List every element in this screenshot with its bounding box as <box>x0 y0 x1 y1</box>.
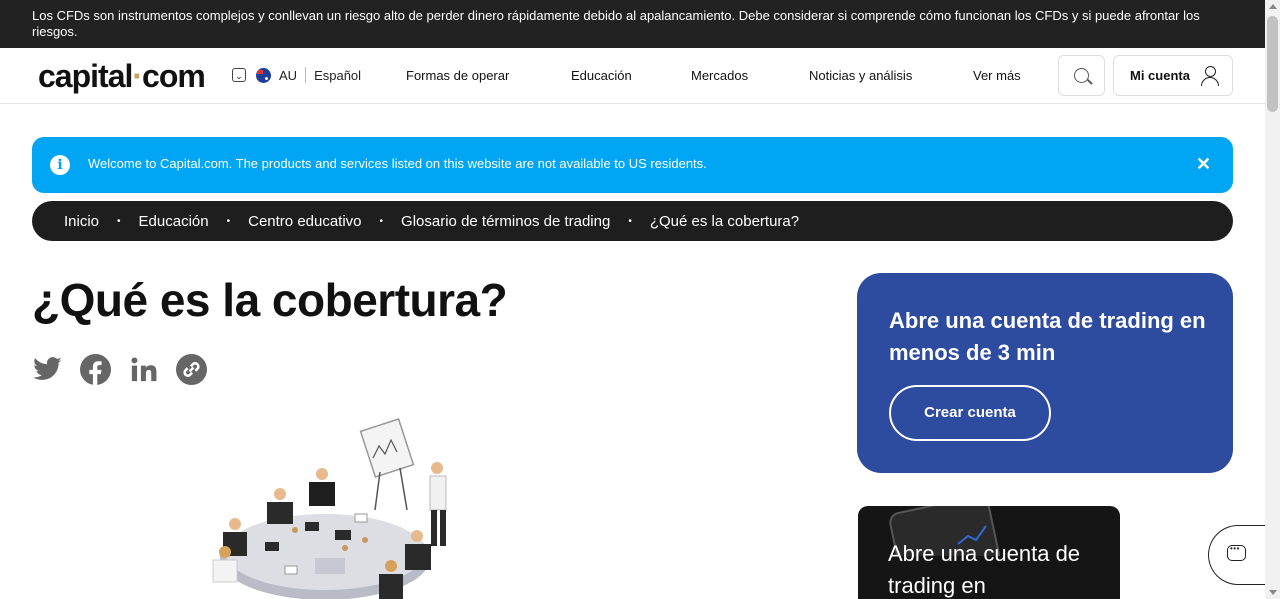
locale-selector[interactable]: ⌄ AU Español <box>232 67 361 83</box>
nav-noticias-y-analisis[interactable]: Noticias y análisis <box>809 68 912 83</box>
scroll-down-arrow[interactable] <box>1269 590 1277 595</box>
language-label[interactable]: Español <box>314 68 361 83</box>
user-icon <box>1200 66 1220 86</box>
region-label: AU <box>279 67 298 83</box>
promo-card[interactable]: Abre una cuenta de trading en <box>858 506 1120 599</box>
breadcrumb-current: ¿Qué es la cobertura? <box>649 212 800 230</box>
risk-warning-text: Los CFDs son instrumentos complejos y co… <box>32 8 1200 39</box>
linkedin-icon[interactable] <box>128 354 159 385</box>
scrollbar[interactable] <box>1265 0 1280 599</box>
breadcrumb-educacion[interactable]: Educación <box>139 213 209 230</box>
australia-flag-icon <box>256 67 271 83</box>
cta-title: Abre una cuenta de trading en menos de 3… <box>889 308 1206 365</box>
breadcrumb-separator: • <box>117 215 121 227</box>
scroll-thumb[interactable] <box>1267 16 1278 112</box>
us-residents-notice: i Welcome to Capital.com. The products a… <box>32 137 1233 193</box>
chevron-down-icon[interactable]: ⌄ <box>232 68 246 82</box>
risk-warning-bar: Los CFDs son instrumentos complejos y co… <box>0 0 1265 48</box>
logo-dot: · <box>132 58 143 94</box>
page-title: ¿Qué es la cobertura? <box>32 274 508 326</box>
breadcrumb-separator: • <box>379 215 384 227</box>
chat-button[interactable] <box>1208 525 1268 585</box>
my-account-label: Mi cuenta <box>1130 68 1190 83</box>
info-icon: i <box>50 155 70 175</box>
breadcrumb-glosario[interactable]: Glosario de términos de trading <box>401 213 610 230</box>
close-icon[interactable]: ✕ <box>1196 153 1211 175</box>
breadcrumb: Inicio • Educación • Centro educativo • … <box>32 201 1233 241</box>
business-meeting-illustration <box>212 418 447 599</box>
nav-mercados[interactable]: Mercados <box>691 68 748 83</box>
breadcrumb-separator: • <box>226 215 231 227</box>
divider <box>305 67 307 83</box>
nav-educacion[interactable]: Educación <box>571 68 632 83</box>
notice-text: Welcome to Capital.com. The products and… <box>88 156 707 171</box>
chat-icon <box>1227 544 1246 561</box>
nav-ver-mas[interactable]: Ver más <box>973 68 1021 83</box>
site-header: capital·com ⌄ AU Español Formas de opera… <box>0 48 1265 104</box>
search-button[interactable] <box>1058 55 1105 96</box>
capital-com-logo[interactable]: capital·com <box>38 58 206 95</box>
create-account-button[interactable]: Crear cuenta <box>889 385 1051 441</box>
promo-text: Abre una cuenta de trading en <box>888 541 1081 598</box>
copy-link-icon[interactable] <box>176 354 207 385</box>
breadcrumb-inicio[interactable]: Inicio <box>64 213 99 230</box>
open-account-card: Abre una cuenta de trading en menos de 3… <box>857 273 1233 473</box>
nav-formas-de-operar[interactable]: Formas de operar <box>406 68 509 83</box>
twitter-icon[interactable] <box>32 354 63 385</box>
logo-text-left: capital <box>38 58 133 94</box>
my-account-button[interactable]: Mi cuenta <box>1113 55 1233 96</box>
logo-text-right: com <box>142 58 206 94</box>
facebook-icon[interactable] <box>80 354 111 385</box>
scroll-up-arrow[interactable] <box>1269 4 1277 9</box>
breadcrumb-separator: • <box>628 215 632 227</box>
breadcrumb-centro-educativo[interactable]: Centro educativo <box>248 213 361 230</box>
